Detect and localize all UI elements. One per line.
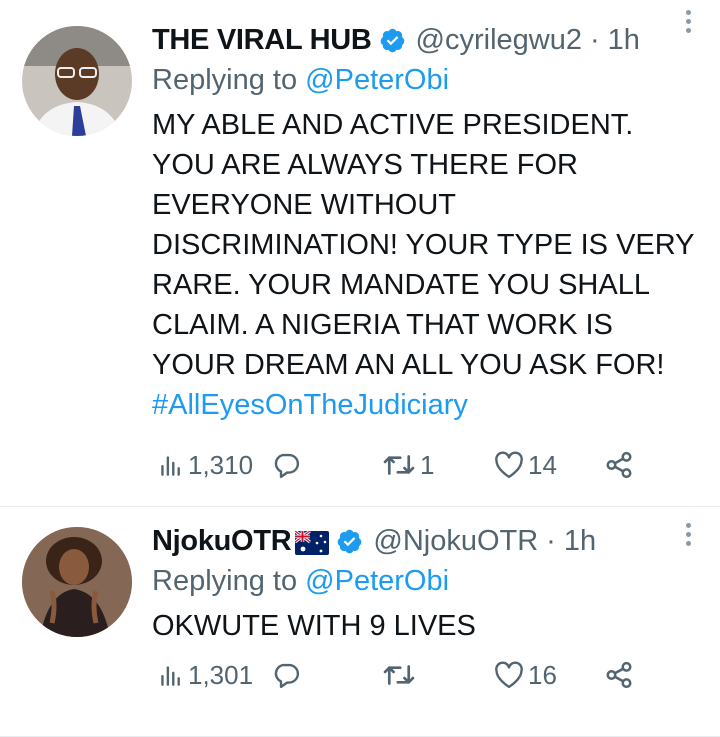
tweet-text: MY ABLE AND ACTIVE PRESIDENT. YOU ARE AL…	[152, 109, 694, 381]
more-vertical-icon[interactable]	[676, 519, 700, 549]
views-bar-chart-icon	[158, 452, 184, 478]
verified-badge-icon	[379, 27, 406, 54]
heart-icon	[494, 661, 524, 689]
like-button[interactable]: 14	[494, 450, 557, 481]
tweet[interactable]: NjokuOTR @NjokuOTR · 1h Replying to @Pet…	[0, 507, 720, 737]
display-name[interactable]: THE VIRAL HUB	[152, 24, 372, 57]
separator-dot: ·	[589, 23, 600, 56]
tweet-actions: 1,310 1 14	[152, 445, 700, 485]
mention-link[interactable]: @PeterObi	[305, 64, 449, 96]
views-button[interactable]: 1,301	[158, 660, 253, 691]
like-count: 16	[528, 659, 557, 690]
tweet-content: NjokuOTR @NjokuOTR · 1h Replying to @Pet…	[152, 523, 700, 646]
tweet[interactable]: THE VIRAL HUB @cyrilegwu2 · 1h Replying …	[0, 0, 720, 507]
views-bar-chart-icon	[158, 662, 184, 688]
share-icon	[604, 660, 634, 690]
tweet-text: OKWUTE WITH 9 LIVES	[152, 610, 476, 642]
timestamp[interactable]: 1h	[608, 24, 640, 57]
like-count: 14	[528, 449, 557, 480]
retweet-icon	[382, 660, 416, 690]
verified-badge-icon	[336, 528, 363, 555]
reply-button[interactable]	[271, 660, 301, 690]
views-button[interactable]: 1,310	[158, 450, 253, 481]
replying-prefix: Replying to	[152, 64, 298, 96]
replying-prefix: Replying to	[152, 565, 298, 597]
heart-icon	[494, 451, 524, 479]
like-button[interactable]: 16	[494, 660, 557, 691]
tweet-actions: 1,301 16	[152, 655, 700, 695]
hashtag-link[interactable]: #AllEyesOnTheJudiciary	[152, 385, 700, 425]
user-handle[interactable]: @NjokuOTR	[373, 525, 538, 558]
share-button[interactable]	[604, 450, 634, 480]
tweet-content: THE VIRAL HUB @cyrilegwu2 · 1h Replying …	[152, 22, 700, 425]
more-vertical-icon[interactable]	[676, 6, 700, 36]
share-button[interactable]	[604, 660, 634, 690]
display-name[interactable]: NjokuOTR	[152, 525, 292, 558]
views-count: 1,301	[188, 659, 254, 690]
retweet-button[interactable]: 1	[382, 450, 434, 481]
retweet-count: 1	[420, 449, 435, 480]
reply-button[interactable]	[271, 450, 301, 480]
avatar[interactable]	[22, 26, 132, 136]
views-count: 1,310	[188, 449, 254, 480]
replying-to: Replying to @PeterObi	[152, 565, 700, 598]
tweet-header: NjokuOTR @NjokuOTR · 1h	[152, 523, 700, 559]
separator-dot: ·	[546, 524, 556, 557]
user-handle[interactable]: @cyrilegwu2	[416, 24, 582, 57]
timestamp[interactable]: 1h	[564, 525, 596, 558]
tweet-header: THE VIRAL HUB @cyrilegwu2 · 1h	[152, 22, 700, 58]
reply-bubble-icon	[271, 450, 301, 480]
replying-to: Replying to @PeterObi	[152, 64, 700, 97]
retweet-button[interactable]	[382, 660, 416, 690]
share-icon	[604, 450, 634, 480]
retweet-icon	[382, 450, 416, 480]
mention-link[interactable]: @PeterObi	[305, 565, 449, 597]
australia-flag-icon	[294, 529, 330, 555]
reply-bubble-icon	[271, 660, 301, 690]
avatar[interactable]	[22, 527, 132, 637]
